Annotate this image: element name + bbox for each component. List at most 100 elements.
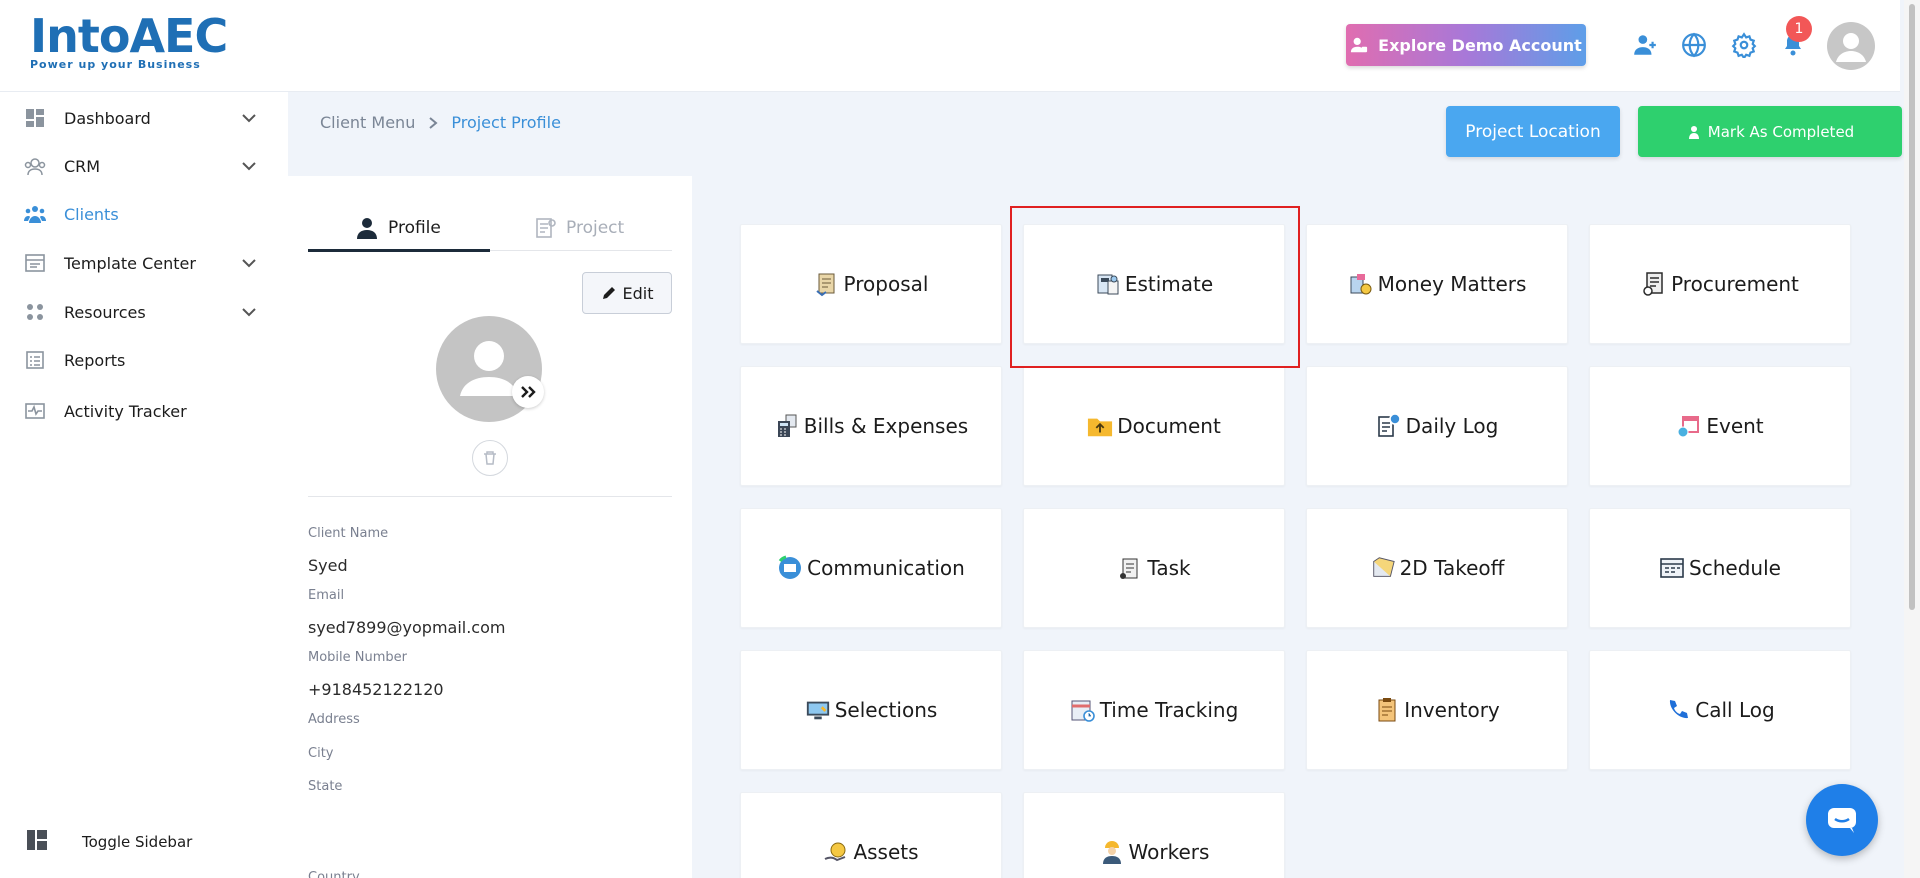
chat-button[interactable]: [1806, 784, 1878, 856]
takeoff-icon: [1370, 555, 1396, 581]
explore-demo-label: Explore Demo Account: [1378, 35, 1582, 55]
chevron-down-icon: [242, 259, 256, 268]
module-task[interactable]: Task: [1023, 508, 1285, 628]
module-label: Time Tracking: [1099, 698, 1239, 722]
module-label: Event: [1706, 414, 1764, 438]
sidebar-item-clients[interactable]: Clients: [0, 192, 288, 236]
schedule-icon: [1659, 555, 1685, 581]
module-proposal[interactable]: Proposal: [740, 224, 1002, 344]
user-avatar[interactable]: [1827, 22, 1875, 70]
layout-icon: [26, 829, 48, 855]
module-label: Proposal: [843, 272, 929, 296]
module-time-tracking[interactable]: Time Tracking: [1023, 650, 1285, 770]
sidebar-item-label: Clients: [64, 204, 119, 224]
module-label: Daily Log: [1405, 414, 1499, 438]
module-workers[interactable]: Workers: [1023, 792, 1285, 878]
email-value: syed7899@yopmail.com: [308, 618, 506, 637]
module-assets[interactable]: Assets: [740, 792, 1002, 878]
city-label: City: [308, 746, 334, 761]
money-matters-icon: [1348, 271, 1374, 297]
task-icon: [1117, 555, 1143, 581]
module-schedule[interactable]: Schedule: [1589, 508, 1851, 628]
module-label: Communication: [807, 556, 965, 580]
module-procurement[interactable]: Procurement: [1589, 224, 1851, 344]
crm-icon: [24, 155, 46, 177]
project-location-button[interactable]: Project Location: [1446, 106, 1620, 157]
sidebar: Dashboard CRM Clients Template Center Re…: [0, 92, 288, 878]
globe-icon[interactable]: [1679, 30, 1709, 60]
profile-divider: [308, 496, 672, 497]
communication-icon: [777, 555, 803, 581]
mobile-number-value: +918452122120: [308, 680, 444, 699]
daily-log-icon: [1376, 413, 1402, 439]
sidebar-item-template-center[interactable]: Template Center: [0, 241, 288, 285]
module-label: Bills & Expenses: [803, 414, 969, 438]
module-label: Call Log: [1695, 698, 1775, 722]
trash-icon[interactable]: [472, 440, 508, 476]
tab-project[interactable]: Project: [534, 206, 624, 250]
address-label: Address: [308, 712, 360, 727]
module-label: Procurement: [1671, 272, 1799, 296]
phone-icon: [1665, 697, 1691, 723]
module-selections[interactable]: Selections: [740, 650, 1002, 770]
sidebar-item-activity-tracker[interactable]: Activity Tracker: [0, 389, 288, 433]
module-label: Assets: [853, 840, 919, 864]
selections-icon: [805, 697, 831, 723]
sidebar-item-reports[interactable]: Reports: [0, 338, 288, 382]
calculator-icon: [774, 413, 800, 439]
module-inventory[interactable]: Inventory: [1306, 650, 1568, 770]
template-icon: [24, 252, 46, 274]
mark-as-completed-label: Mark As Completed: [1707, 122, 1855, 141]
sidebar-item-label: Dashboard: [64, 108, 151, 128]
scrollbar-thumb[interactable]: [1909, 4, 1915, 610]
client-name-value: Syed: [308, 556, 348, 575]
module-label: Money Matters: [1377, 272, 1527, 296]
sidebar-item-crm[interactable]: CRM: [0, 144, 288, 188]
breadcrumb-parent[interactable]: Client Menu: [320, 113, 415, 132]
module-communication[interactable]: Communication: [740, 508, 1002, 628]
explore-demo-button[interactable]: Explore Demo Account: [1346, 24, 1586, 66]
module-2d-takeoff[interactable]: 2D Takeoff: [1306, 508, 1568, 628]
breadcrumb-current: Project Profile: [451, 113, 561, 132]
module-bills-expenses[interactable]: Bills & Expenses: [740, 366, 1002, 486]
module-label: Workers: [1128, 840, 1210, 864]
module-daily-log[interactable]: Daily Log: [1306, 366, 1568, 486]
clients-icon: [24, 203, 46, 225]
module-money-matters[interactable]: Money Matters: [1306, 224, 1568, 344]
sidebar-item-label: CRM: [64, 156, 101, 176]
email-label: Email: [308, 588, 345, 603]
folder-upload-icon: [1087, 413, 1113, 439]
module-label: Inventory: [1404, 698, 1500, 722]
active-tab-indicator: [308, 249, 490, 252]
worker-icon: [1099, 839, 1125, 865]
module-label: Selections: [834, 698, 938, 722]
client-name-label: Client Name: [308, 526, 389, 541]
notification-badge: 1: [1786, 16, 1812, 42]
sidebar-item-resources[interactable]: Resources: [0, 290, 288, 334]
page-scrollbar[interactable]: [1904, 0, 1920, 878]
settings-gear-icon[interactable]: [1729, 30, 1759, 60]
chat-bubble-icon: [1828, 808, 1856, 833]
calendar-icon: [1676, 413, 1702, 439]
edit-button[interactable]: Edit: [582, 272, 672, 314]
assets-icon: [823, 839, 849, 865]
tab-project-label: Project: [566, 218, 625, 238]
module-label: Task: [1147, 556, 1191, 580]
mark-as-completed-button[interactable]: Mark As Completed: [1638, 106, 1902, 157]
module-estimate[interactable]: Estimate: [1023, 224, 1285, 344]
reports-icon: [24, 349, 46, 371]
module-label: Schedule: [1689, 556, 1781, 580]
module-call-log[interactable]: Call Log: [1589, 650, 1851, 770]
double-chevron-right-icon[interactable]: [512, 376, 544, 408]
add-user-icon[interactable]: [1630, 30, 1660, 60]
module-event[interactable]: Event: [1589, 366, 1851, 486]
sidebar-item-dashboard[interactable]: Dashboard: [0, 96, 288, 140]
state-label: State: [308, 779, 343, 794]
logo[interactable]: IntoAEC Power up your Business: [30, 10, 228, 76]
module-label: Document: [1117, 414, 1221, 438]
tab-profile[interactable]: Profile: [356, 206, 441, 250]
toggle-sidebar-button[interactable]: Toggle Sidebar: [0, 820, 288, 864]
sidebar-item-label: Reports: [64, 350, 126, 370]
estimate-icon: [1095, 271, 1121, 297]
module-document[interactable]: Document: [1023, 366, 1285, 486]
